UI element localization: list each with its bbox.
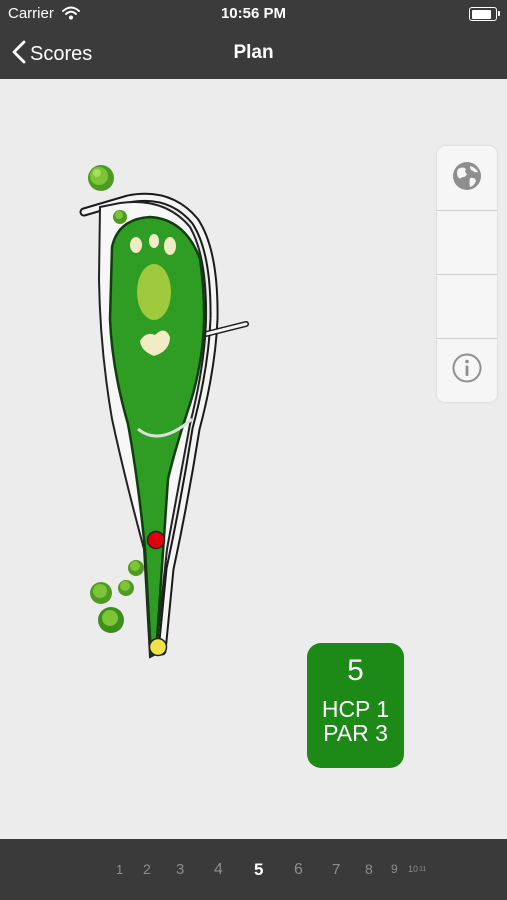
hole-selector-item-9[interactable]: 9 <box>391 839 398 900</box>
green <box>137 264 171 320</box>
hole-selector-item-8[interactable]: 8 <box>365 839 373 900</box>
hole-selector-item-1[interactable]: 1 <box>116 839 123 900</box>
hole-selector-item-5[interactable]: 5 <box>254 839 263 900</box>
back-button-label: Scores <box>30 42 93 65</box>
hole-handicap: HCP 1 <box>321 696 390 722</box>
info-icon <box>451 352 483 389</box>
tool-button-3[interactable] <box>437 274 497 338</box>
hole-selector-item-7[interactable]: 7 <box>332 839 340 900</box>
back-button[interactable]: Scores <box>12 40 92 68</box>
hole-selector-item-6[interactable]: 6 <box>294 839 303 900</box>
status-bar: Carrier 10:56 PM <box>0 0 507 30</box>
hole-selector-item-10[interactable]: 10 <box>408 839 418 900</box>
hole-selector-item-3[interactable]: 3 <box>176 839 184 900</box>
hole-info-card: 5 HCP 1 PAR 3 <box>307 643 404 768</box>
globe-button[interactable] <box>437 146 497 210</box>
tool-button-2[interactable] <box>437 210 497 274</box>
hole-map[interactable] <box>0 79 507 839</box>
globe-icon <box>451 160 483 197</box>
hole-par: PAR 3 <box>323 720 388 746</box>
hole-selector-item-11[interactable]: 11 <box>419 839 426 900</box>
navigation-bar: Scores Plan <box>0 30 507 79</box>
battery-icon <box>469 7 500 21</box>
map-tool-panel <box>437 146 497 402</box>
hole-layout-drawing <box>79 165 249 659</box>
info-button[interactable] <box>437 338 497 402</box>
hole-selector-bar: 1 2 3 4 5 6 7 8 9 10 11 <box>0 839 507 900</box>
status-time: 10:56 PM <box>220 5 287 22</box>
hole-selector-item-2[interactable]: 2 <box>143 839 151 900</box>
chevron-left-icon <box>12 40 26 69</box>
tee-marker[interactable] <box>148 637 168 657</box>
pin-marker[interactable] <box>146 530 166 550</box>
hole-number: 5 <box>347 654 364 687</box>
hole-selector-item-4[interactable]: 4 <box>214 839 223 900</box>
